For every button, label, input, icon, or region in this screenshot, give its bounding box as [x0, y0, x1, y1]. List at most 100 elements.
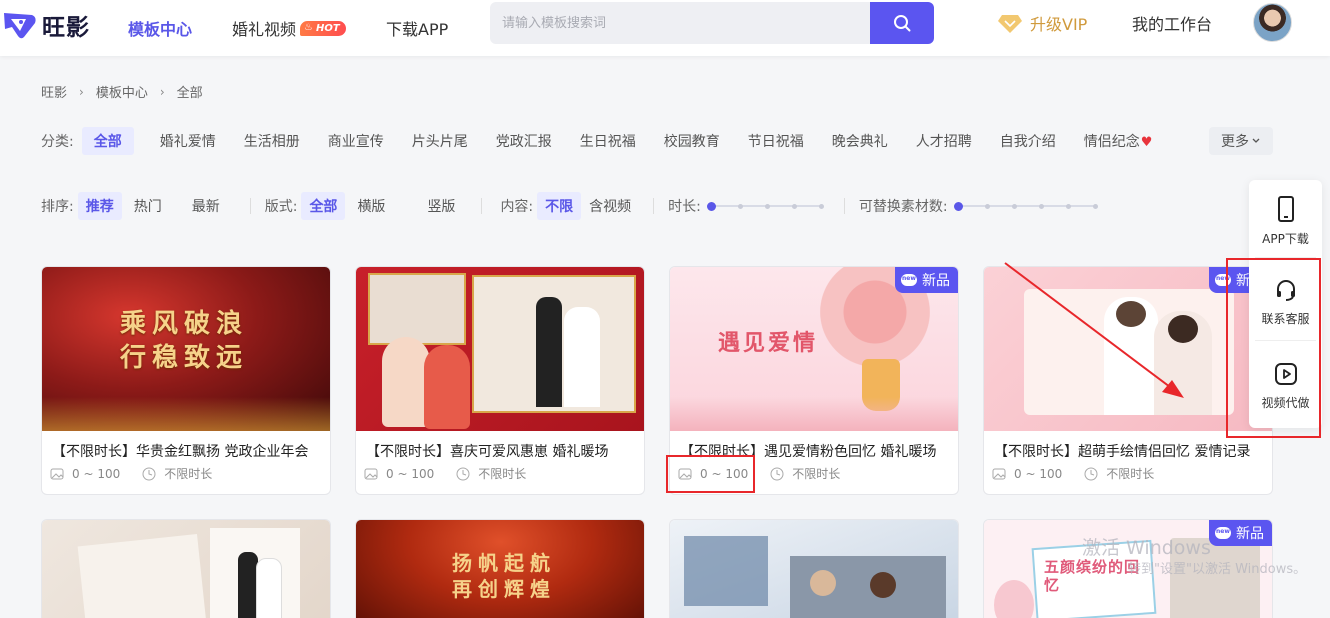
- template-thumbnail[interactable]: 扬帆起航 再创辉煌: [356, 520, 644, 618]
- nav-download-app[interactable]: 下载APP: [386, 0, 448, 56]
- category-party-report[interactable]: 党政汇报: [484, 127, 564, 155]
- category-business[interactable]: 商业宣传: [316, 127, 396, 155]
- filter-row: 排序: 推荐 热门 最新 版式: 全部 横版 竖版 内容: 不限 含视频 时长:…: [41, 192, 1098, 220]
- nav-template-center[interactable]: 模板中心: [128, 0, 192, 56]
- layout-horizontal[interactable]: 横版: [349, 192, 393, 220]
- category-holiday[interactable]: 节日祝福: [736, 127, 816, 155]
- category-wedding[interactable]: 婚礼爱情: [148, 127, 228, 155]
- content-label: 内容:: [500, 199, 534, 215]
- nav-wedding-video-label: 婚礼视频: [232, 20, 297, 39]
- clock-icon: [770, 467, 784, 480]
- materials-label: 可替换素材数:: [858, 199, 948, 215]
- user-avatar[interactable]: [1253, 3, 1292, 42]
- chevron-down-icon: [1252, 138, 1260, 143]
- material-count: 0 ~ 100: [386, 466, 435, 481]
- more-categories-button[interactable]: 更多: [1209, 127, 1273, 155]
- layout-label: 版式:: [264, 199, 298, 215]
- template-title[interactable]: 【不限时长】喜庆可爱风惠崽 婚礼暖场: [366, 441, 638, 461]
- template-card[interactable]: 【不限时长】喜庆可爱风惠崽 婚礼暖场 0 ~ 100 不限时长: [355, 266, 645, 495]
- content-with-video[interactable]: 含视频: [581, 192, 639, 220]
- template-title[interactable]: 【不限时长】超萌手绘情侣回忆 爱情记录: [994, 441, 1266, 461]
- sort-popular[interactable]: 热门: [126, 192, 170, 220]
- annotation-box-material-count: [666, 455, 755, 493]
- template-card[interactable]: 扬帆起航 再创辉煌: [355, 519, 645, 618]
- chevron-right-icon: ›: [79, 84, 84, 99]
- breadcrumb-template-center[interactable]: 模板中心: [96, 82, 148, 101]
- vip-diamond-icon: [998, 15, 1022, 33]
- duration-slider[interactable]: [706, 201, 824, 211]
- template-thumbnail[interactable]: [356, 267, 644, 431]
- template-meta: 0 ~ 100 不限时长: [364, 465, 526, 482]
- category-all[interactable]: 全部: [81, 127, 134, 155]
- sort-recommended[interactable]: 推荐: [77, 192, 122, 220]
- template-meta: 0 ~ 100 不限时长: [50, 465, 212, 482]
- clock-icon: [142, 467, 156, 480]
- category-life-album[interactable]: 生活相册: [232, 127, 312, 155]
- annotation-box-side-panel: [1226, 258, 1321, 438]
- slider-handle[interactable]: [953, 201, 963, 211]
- category-recruit[interactable]: 人才招聘: [904, 127, 984, 155]
- new-badge: 新品: [895, 267, 958, 293]
- phone-icon: [1277, 196, 1294, 222]
- flame-icon: ♨: [304, 21, 313, 33]
- side-app-download[interactable]: APP下载: [1249, 196, 1322, 247]
- nav-wedding-video[interactable]: 婚礼视频 ♨ HOT: [232, 0, 346, 56]
- chevron-right-icon: ›: [159, 84, 165, 99]
- template-card[interactable]: [41, 519, 331, 618]
- category-self-intro[interactable]: 自我介绍: [988, 127, 1068, 155]
- search-button[interactable]: [870, 2, 934, 44]
- slider-handle[interactable]: [706, 201, 716, 211]
- category-birthday[interactable]: 生日祝福: [568, 127, 648, 155]
- heart-icon: ♥: [1140, 135, 1153, 150]
- logo[interactable]: 旺影: [2, 8, 90, 42]
- duration-text: 不限时长: [478, 467, 527, 481]
- image-icon: [364, 468, 378, 479]
- top-header: 旺影 模板中心 婚礼视频 ♨HOT 下载APP 升级VIP 我的工作台: [0, 0, 1330, 56]
- sort-newest[interactable]: 最新: [184, 192, 228, 220]
- duration-label: 时长:: [668, 199, 701, 215]
- category-filter: 分类: 全部 婚礼爱情 生活相册 商业宣传 片头片尾 党政汇报 生日祝福 校园教…: [41, 127, 1168, 155]
- divider: [843, 198, 845, 214]
- sort-label: 排序:: [41, 199, 74, 215]
- template-thumbnail[interactable]: [42, 520, 330, 618]
- material-count: 0 ~ 100: [1014, 466, 1063, 481]
- clock-icon: [456, 467, 470, 480]
- template-card[interactable]: 乘风破浪 行稳致远 【不限时长】华贵金红飘扬 党政企业年会 0 ~ 100 不限…: [41, 266, 331, 495]
- upgrade-vip[interactable]: 升级VIP: [998, 0, 1087, 46]
- divider: [481, 198, 483, 214]
- category-education[interactable]: 校园教育: [652, 127, 732, 155]
- thumbnail-title: 乘风破浪 行稳致远: [120, 309, 249, 373]
- clock-icon: [1084, 467, 1098, 480]
- template-thumbnail[interactable]: 乘风破浪 行稳致远: [42, 267, 330, 431]
- layout-all[interactable]: 全部: [301, 192, 346, 220]
- duration-text: 不限时长: [164, 467, 213, 481]
- category-couple[interactable]: 情侣纪念♥: [1072, 127, 1165, 155]
- my-workbench[interactable]: 我的工作台: [1132, 0, 1212, 46]
- template-card[interactable]: [669, 519, 959, 618]
- hot-badge: ♨ HOT: [300, 20, 346, 36]
- duration-text: 不限时长: [792, 467, 841, 481]
- content-any[interactable]: 不限: [537, 192, 582, 220]
- template-meta: 0 ~ 100 不限时长: [992, 465, 1154, 482]
- search-icon: [894, 15, 911, 32]
- breadcrumb: 旺影 › 模板中心 › 全部: [41, 82, 203, 102]
- divider: [249, 198, 251, 214]
- image-icon: [50, 468, 64, 479]
- search-input[interactable]: [490, 2, 870, 44]
- duration-text: 不限时长: [1106, 467, 1155, 481]
- divider: [653, 198, 655, 214]
- layout-vertical[interactable]: 竖版: [419, 192, 463, 220]
- template-thumbnail[interactable]: [670, 520, 958, 618]
- template-title[interactable]: 【不限时长】华贵金红飘扬 党政企业年会: [52, 441, 324, 461]
- new-icon: [901, 274, 917, 286]
- logo-icon: [4, 13, 36, 39]
- vip-label: 升级VIP: [1030, 15, 1088, 34]
- breadcrumb-home[interactable]: 旺影: [41, 82, 67, 101]
- materials-slider[interactable]: [953, 201, 1098, 211]
- category-label: 分类:: [41, 134, 74, 150]
- logo-text: 旺影: [42, 15, 90, 41]
- thumbnail-title: 遇见爱情: [718, 330, 819, 356]
- category-intro-outro[interactable]: 片头片尾: [400, 127, 480, 155]
- thumbnail-title: 扬帆起航 再创辉煌: [452, 551, 556, 601]
- category-gala[interactable]: 晚会典礼: [820, 127, 900, 155]
